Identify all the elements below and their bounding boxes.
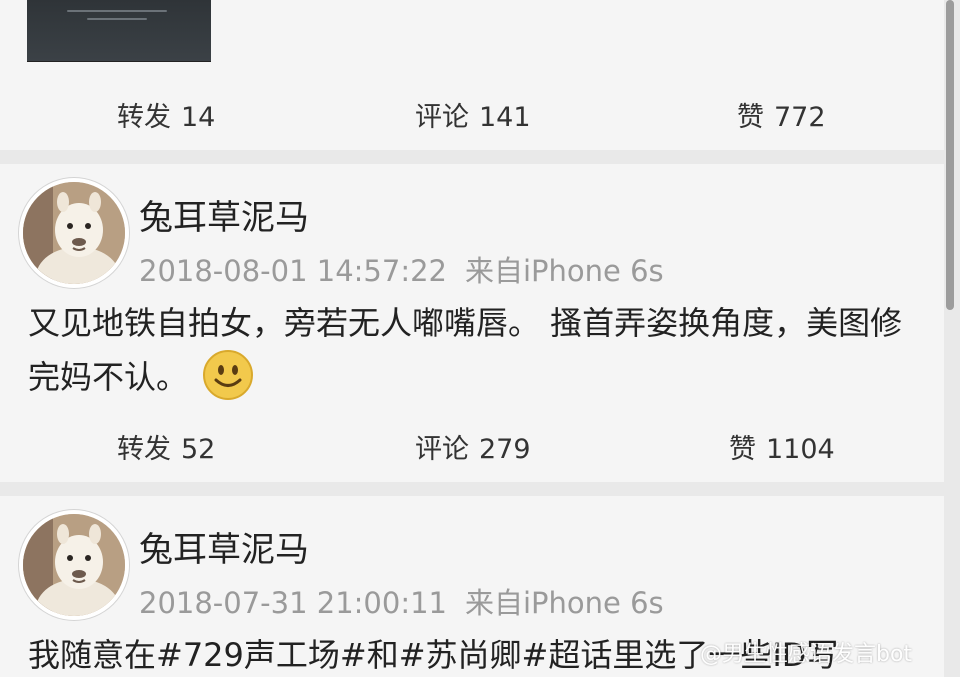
post-body: 又见地铁自拍女，旁若无人嘟嘴唇。 搔首弄姿换角度，美图修完妈不认。 — [28, 304, 903, 396]
post-source: 来自iPhone 6s — [465, 586, 664, 620]
post-timestamp: 2018-07-31 21:00:11 — [139, 586, 447, 620]
post-timestamp: 2018-08-01 14:57:22 — [139, 254, 447, 288]
thumbnail-text-line — [87, 18, 147, 20]
repost-button[interactable]: 转发 52 — [117, 427, 215, 466]
repost-label: 转发 — [117, 434, 171, 465]
like-button[interactable]: 赞 1104 — [729, 427, 835, 466]
comment-button[interactable]: 评论 141 — [415, 95, 531, 134]
username[interactable]: 兔耳草泥马 — [139, 522, 309, 571]
post-source: 来自iPhone 6s — [465, 254, 664, 288]
repost-button[interactable]: 转发 14 — [117, 95, 215, 134]
like-count: 1104 — [766, 434, 835, 465]
comment-count: 279 — [479, 434, 531, 465]
comment-label: 评论 — [415, 102, 469, 133]
post-action-bar: 转发 14 评论 141 赞 772 — [0, 95, 944, 135]
repost-label: 转发 — [117, 102, 171, 133]
repost-count: 52 — [181, 434, 216, 465]
watermark: @男生性感语发言bot — [700, 642, 913, 667]
post-image-thumbnail[interactable] — [27, 0, 211, 62]
like-label: 赞 — [729, 434, 756, 465]
repost-count: 14 — [181, 102, 216, 133]
post-meta: 2018-08-01 14:57:22 来自iPhone 6s — [139, 248, 664, 290]
like-label: 赞 — [737, 102, 764, 133]
alpaca-avatar-image — [23, 514, 125, 616]
avatar[interactable] — [19, 178, 129, 288]
username[interactable]: 兔耳草泥马 — [139, 190, 309, 239]
comment-label: 评论 — [415, 434, 469, 465]
smiley-emoji-icon — [203, 350, 254, 400]
post-card: 转发 14 评论 141 赞 772 — [0, 0, 944, 150]
thumbnail-text-line — [67, 10, 167, 12]
comment-count: 141 — [479, 102, 531, 133]
post-text: 又见地铁自拍女，旁若无人嘟嘴唇。 搔首弄姿换角度，美图修完妈不认。 — [28, 296, 928, 404]
post-action-bar: 转发 52 评论 279 赞 1104 — [0, 427, 944, 467]
alpaca-avatar-image — [23, 182, 125, 284]
avatar[interactable] — [19, 510, 129, 620]
post-card: 兔耳草泥马 2018-08-01 14:57:22 来自iPhone 6s 又见地… — [0, 164, 944, 482]
scrollbar[interactable] — [946, 0, 954, 310]
weibo-feed: 转发 14 评论 141 赞 772 兔耳草泥马 2018-08-01 14:57:2… — [0, 0, 960, 677]
like-button[interactable]: 赞 772 — [737, 95, 826, 134]
comment-button[interactable]: 评论 279 — [415, 427, 531, 466]
post-meta: 2018-07-31 21:00:11 来自iPhone 6s — [139, 580, 664, 622]
like-count: 772 — [774, 102, 826, 133]
